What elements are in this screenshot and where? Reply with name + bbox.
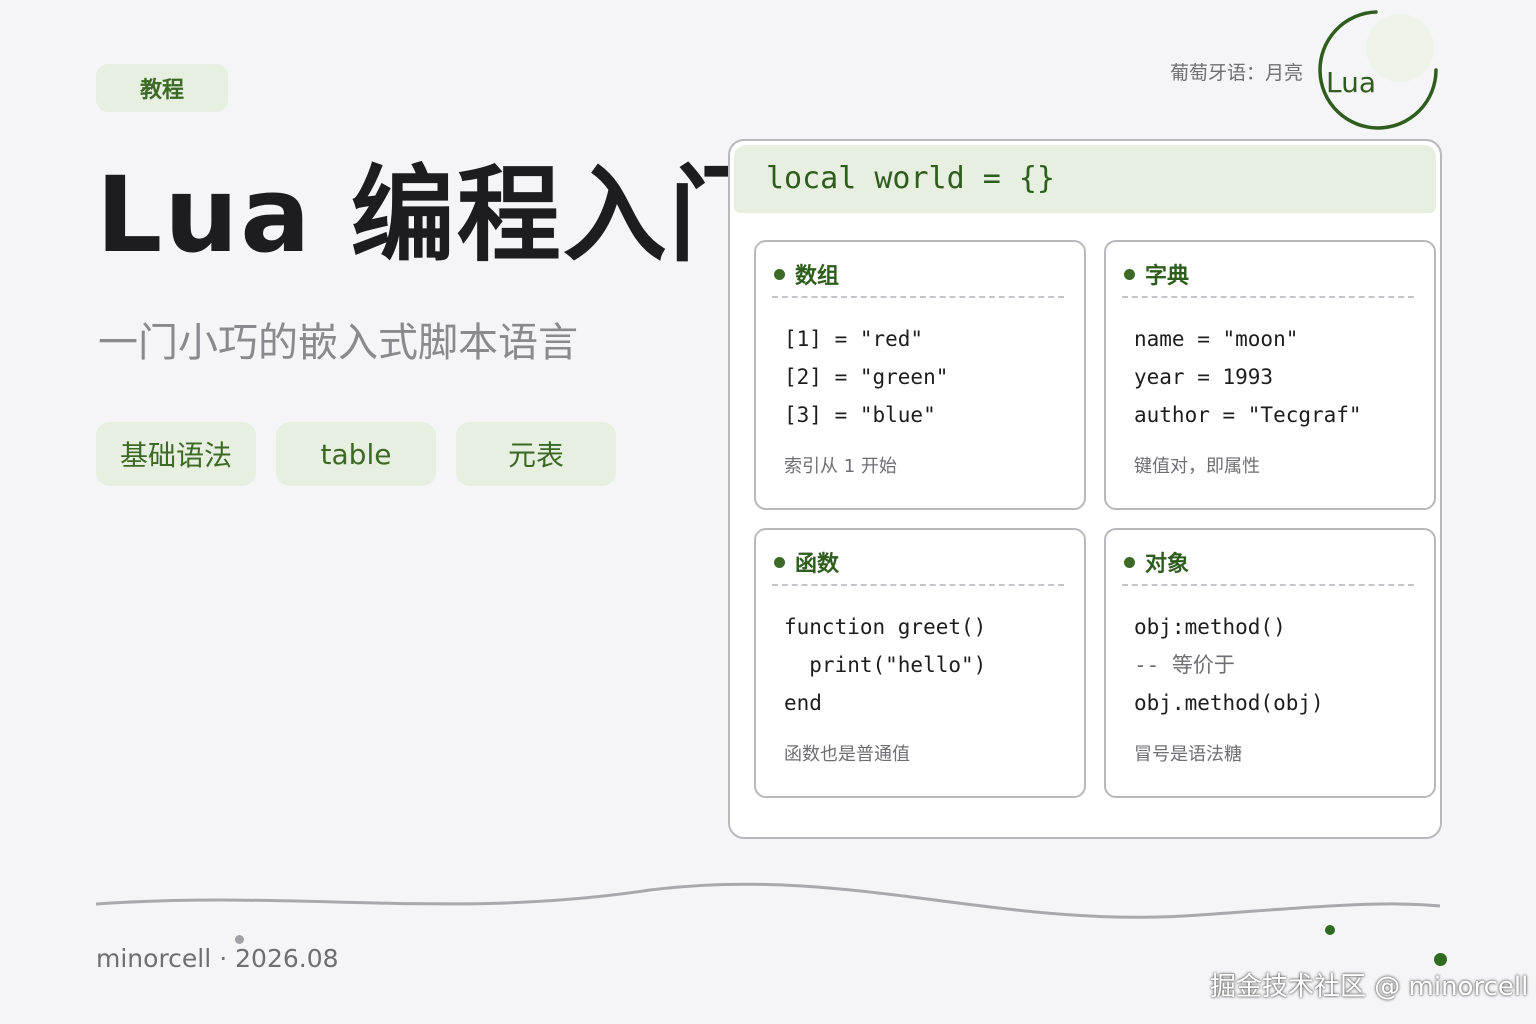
logo-text: Lua [1326,66,1377,99]
wave-divider [95,882,1441,919]
footer-separator: · [219,944,228,973]
card-title: 字典 [1124,258,1189,290]
bullet-dot-icon [774,556,785,568]
card-array: 数组 [1] = "red" [2] = "green" [3] = "blue" … [754,240,1086,510]
watermark: 掘金技术社区 @ minorcell [1210,972,1529,1002]
card-code: function greet() print("hello") end [784,615,987,715]
footer-author: minorcell [96,944,212,973]
bullet-dot-icon [1124,268,1135,280]
card-divider [1122,584,1414,586]
code-panel: local world = {} 数组 [1] = "red" [2] = "gr… [728,139,1442,839]
page-subtitle: 一门小巧的嵌入式脚本语言 [98,320,578,366]
logo-caption: 葡萄牙语：月亮 [1170,62,1304,84]
category-badge: 教程 [96,64,228,112]
card-function: 函数 function greet() print("hello") end 函数… [754,528,1086,798]
bullet-dot-icon [774,268,785,280]
card-title: 数组 [774,258,839,290]
chip-basic-syntax: 基础语法 [96,422,256,486]
decorative-dot [1434,953,1447,966]
panel-header-code: local world = {} [766,161,1055,196]
decorative-dot [235,935,244,944]
page-title: Lua 编程入门 [96,154,775,276]
footer-credit: minorcell · 2026.08 [96,944,339,973]
card-divider [772,584,1064,586]
card-dictionary: 字典 name = "moon" year = 1993 author = "Tec… [1104,240,1436,510]
panel-header: local world = {} [734,145,1436,213]
chip-metatable: 元表 [456,422,616,486]
decorative-dot [1325,925,1335,935]
card-object: 对象 obj:method() -- 等价于 obj.method(obj) 冒号是… [1104,528,1436,798]
card-title: 对象 [1124,546,1189,578]
bullet-dot-icon [1124,556,1135,568]
card-code: obj:method() -- 等价于 obj.method(obj) [1134,615,1324,715]
card-note: 函数也是普通值 [784,744,910,765]
card-note: 冒号是语法糖 [1134,744,1242,765]
card-code: [1] = "red" [2] = "green" [3] = "blue" [784,327,949,427]
card-title: 函数 [774,546,839,578]
card-note: 索引从 1 开始 [784,456,897,477]
chip-table: table [276,422,436,486]
card-divider [1122,296,1414,298]
card-divider [772,296,1064,298]
card-code: name = "moon" year = 1993 author = "Tecgra… [1134,327,1362,427]
topic-chips: 基础语法 table 元表 [96,422,616,486]
footer-date: 2026.08 [235,944,339,973]
card-note: 键值对，即属性 [1134,456,1260,477]
